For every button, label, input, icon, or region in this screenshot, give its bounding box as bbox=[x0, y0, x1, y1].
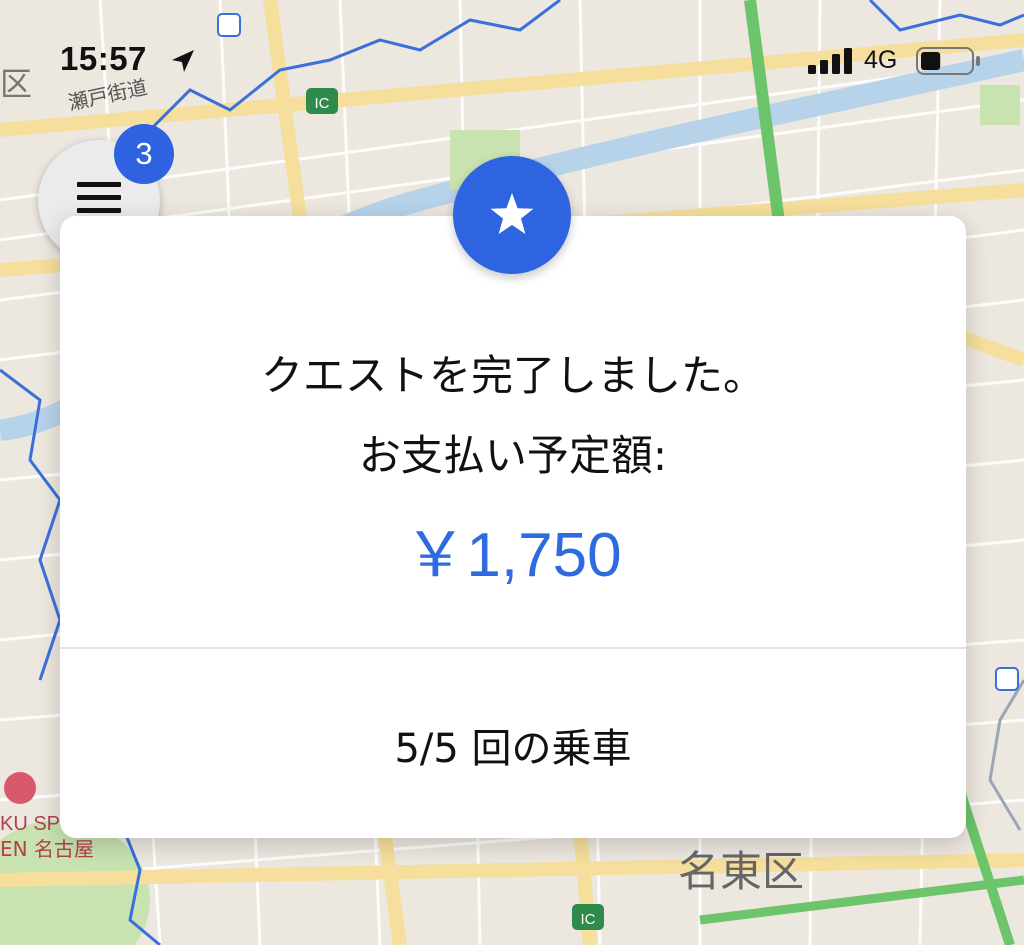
ic-label-north: IC bbox=[315, 95, 330, 112]
expected-payment-label: お支払い予定額: bbox=[358, 431, 668, 480]
train-station-icon[interactable] bbox=[217, 13, 241, 37]
quest-star-badge bbox=[453, 156, 571, 274]
payment-amount: ￥1,750 bbox=[404, 521, 622, 590]
rides-progress: 5/5 回の乗車 bbox=[394, 726, 632, 772]
divider bbox=[60, 647, 966, 649]
poi-label-line2: EN 名古屋 bbox=[0, 837, 94, 861]
status-bar: 15:57 4G bbox=[0, 38, 1024, 88]
hamburger-icon bbox=[77, 182, 121, 216]
battery-icon bbox=[916, 47, 980, 75]
district-label: 名東区 bbox=[678, 847, 804, 896]
star-icon bbox=[490, 193, 534, 234]
cellular-signal-icon bbox=[808, 48, 852, 74]
quest-complete-message: クエストを完了しました。 bbox=[260, 351, 765, 400]
train-station-icon[interactable] bbox=[995, 667, 1019, 691]
ic-label-south: IC bbox=[581, 911, 596, 928]
status-time: 15:57 bbox=[60, 40, 147, 77]
poi-label-line1: KU SP bbox=[0, 813, 60, 835]
location-arrow-icon bbox=[172, 50, 194, 72]
quest-complete-card: クエストを完了しました。 お支払い予定額: ￥1,750 5/5 回の乗車 bbox=[60, 216, 966, 838]
network-type: 4G bbox=[864, 46, 898, 74]
notification-badge: 3 bbox=[114, 124, 174, 184]
hot-spring-icon[interactable] bbox=[4, 772, 36, 804]
